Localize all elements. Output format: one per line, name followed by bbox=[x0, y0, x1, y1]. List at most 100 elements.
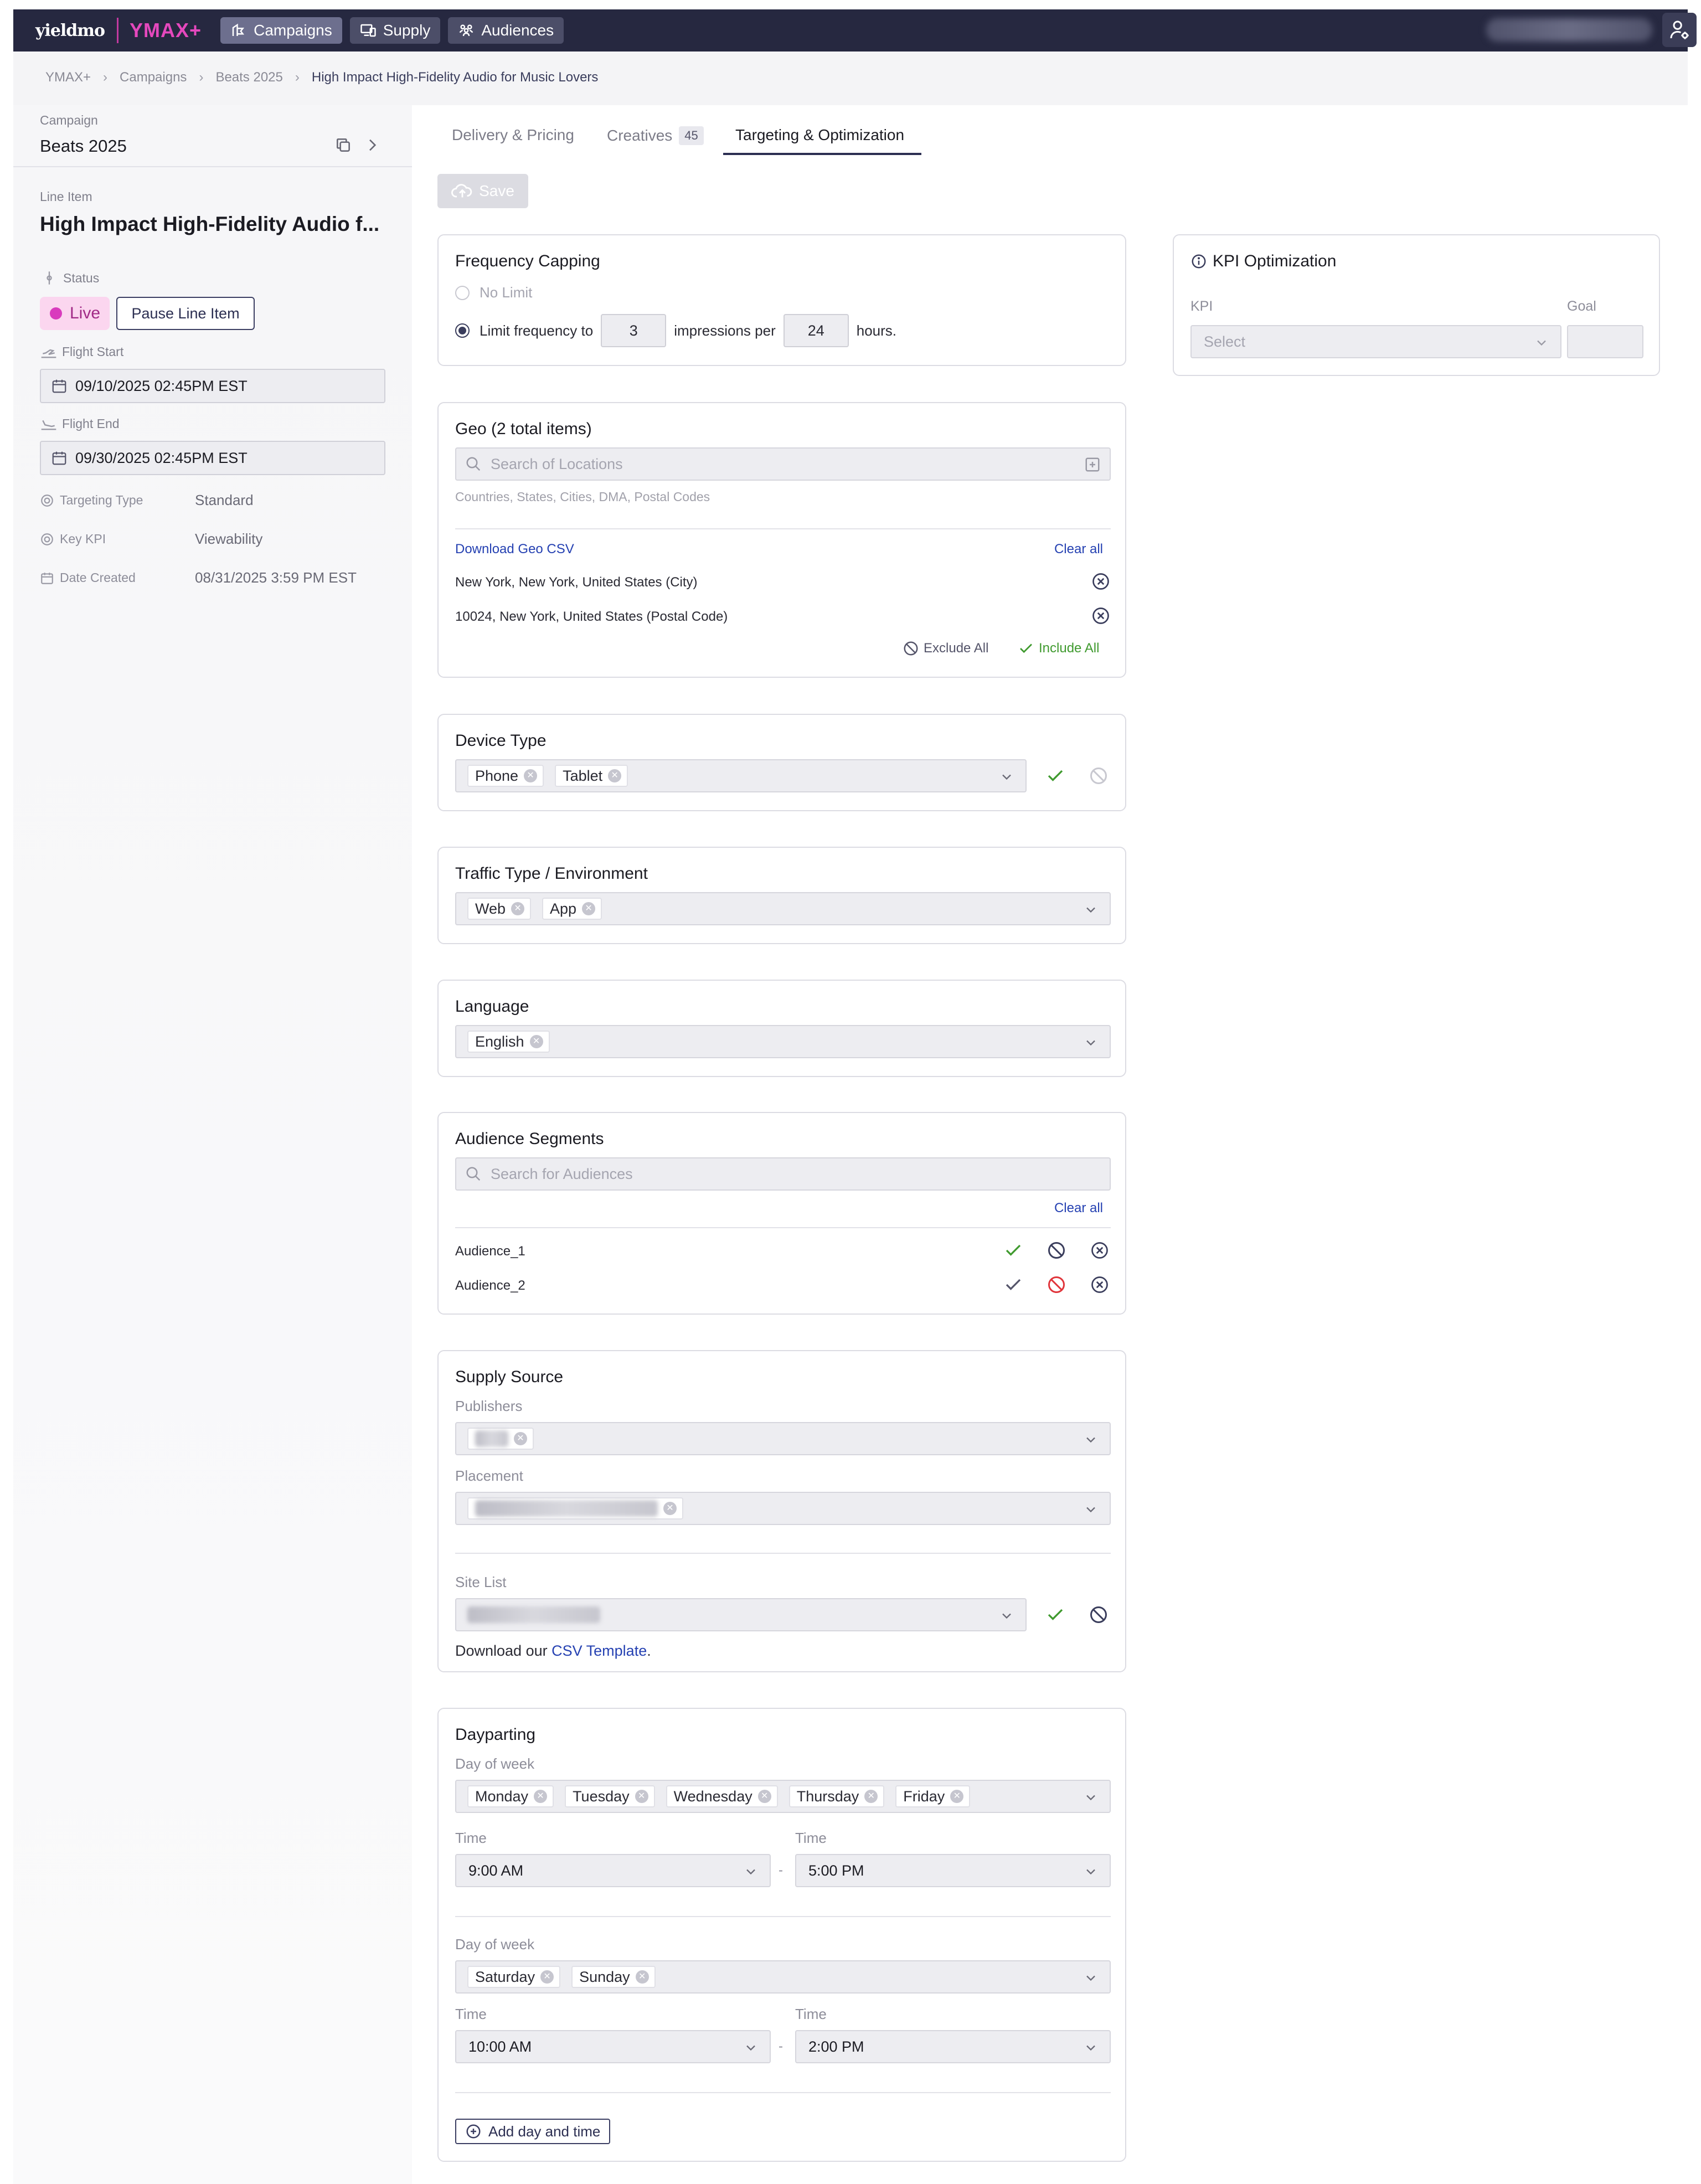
close-icon[interactable]: ✕ bbox=[663, 1502, 677, 1515]
placement-select[interactable]: ✕ bbox=[455, 1492, 1111, 1525]
start-time-select[interactable]: 10:00 AM bbox=[455, 2030, 771, 2063]
chevron-down-icon[interactable] bbox=[1083, 1970, 1099, 1986]
remove-circle-icon[interactable] bbox=[1091, 606, 1111, 626]
block-icon[interactable] bbox=[1047, 1240, 1066, 1260]
nav-audiences[interactable]: Audiences bbox=[448, 17, 564, 44]
add-box-icon[interactable] bbox=[1084, 456, 1101, 473]
status-value: Live bbox=[70, 304, 101, 322]
exclude-all-button[interactable]: Exclude All bbox=[903, 640, 988, 657]
traffic-type-select[interactable]: Web ✕ App ✕ bbox=[455, 892, 1111, 925]
kpi-optimization-card: KPI Optimization KPI Goal Select bbox=[1173, 234, 1660, 376]
device-type-select[interactable]: Phone ✕ Tablet ✕ bbox=[455, 759, 1027, 792]
check-icon[interactable] bbox=[1045, 1605, 1065, 1625]
publishers-select[interactable]: ✕ bbox=[455, 1422, 1111, 1455]
nav-campaigns[interactable]: Campaigns bbox=[220, 17, 342, 44]
nav-supply[interactable]: Supply bbox=[349, 17, 441, 44]
account-name-blurred[interactable] bbox=[1486, 18, 1652, 42]
start-time-label: Time bbox=[455, 1830, 487, 1846]
close-icon[interactable]: ✕ bbox=[540, 1970, 554, 1984]
copy-icon[interactable] bbox=[334, 136, 352, 154]
language-title: Language bbox=[455, 997, 529, 1016]
tab-creatives[interactable]: Creatives 45 bbox=[607, 126, 704, 145]
language-select[interactable]: English ✕ bbox=[455, 1025, 1111, 1058]
no-limit-radio[interactable] bbox=[455, 285, 470, 300]
close-icon[interactable]: ✕ bbox=[864, 1790, 878, 1803]
location-search-input[interactable]: Search of Locations bbox=[455, 447, 1111, 481]
close-icon[interactable]: ✕ bbox=[529, 1035, 543, 1048]
chevron-down-icon[interactable] bbox=[1083, 1035, 1099, 1050]
block-icon[interactable] bbox=[1089, 766, 1109, 786]
check-icon[interactable] bbox=[1003, 1240, 1023, 1260]
exclude-all-label: Exclude All bbox=[924, 641, 989, 656]
limit-frequency-radio[interactable] bbox=[455, 323, 470, 338]
add-day-time-button[interactable]: Add day and time bbox=[455, 2119, 611, 2144]
download-geo-csv-link[interactable]: Download Geo CSV bbox=[455, 542, 574, 557]
close-icon[interactable]: ✕ bbox=[608, 769, 622, 782]
remove-circle-icon[interactable] bbox=[1091, 571, 1111, 591]
chevron-down-icon[interactable] bbox=[1083, 902, 1099, 918]
chevron-down-icon[interactable] bbox=[1083, 1790, 1099, 1805]
close-icon[interactable]: ✕ bbox=[534, 1790, 548, 1803]
site-list-select[interactable] bbox=[455, 1598, 1027, 1631]
chevron-down-icon[interactable] bbox=[743, 1864, 759, 1879]
include-all-button[interactable]: Include All bbox=[1018, 640, 1099, 657]
block-icon[interactable] bbox=[1047, 1275, 1066, 1295]
csv-template-text: Download our CSV Template. bbox=[455, 1642, 651, 1660]
no-limit-option[interactable]: No Limit bbox=[455, 284, 532, 301]
flight-end-field[interactable]: 09/30/2025 02:45PM EST bbox=[40, 441, 385, 475]
chevron-down-icon[interactable] bbox=[999, 769, 1014, 785]
remove-circle-icon[interactable] bbox=[1090, 1275, 1110, 1295]
save-button[interactable]: Save bbox=[437, 174, 528, 208]
product-logo[interactable]: YMAX+ bbox=[130, 19, 202, 42]
close-icon[interactable]: ✕ bbox=[635, 1970, 649, 1984]
audience-search-input[interactable]: Search for Audiences bbox=[455, 1157, 1111, 1191]
goal-input[interactable] bbox=[1567, 325, 1643, 358]
chevron-down-icon[interactable] bbox=[1083, 2040, 1099, 2056]
check-icon[interactable] bbox=[1003, 1275, 1023, 1295]
close-icon[interactable]: ✕ bbox=[514, 1432, 527, 1445]
chevron-down-icon[interactable] bbox=[1083, 1502, 1099, 1517]
tab-delivery-pricing[interactable]: Delivery & Pricing bbox=[452, 126, 574, 144]
close-icon[interactable]: ✕ bbox=[757, 1790, 771, 1803]
chevron-down-icon[interactable] bbox=[1534, 335, 1549, 351]
user-settings-button[interactable] bbox=[1662, 13, 1697, 47]
close-icon[interactable]: ✕ bbox=[950, 1790, 964, 1803]
check-icon[interactable] bbox=[1045, 766, 1065, 786]
kpi-select[interactable]: Select bbox=[1190, 325, 1561, 358]
chevron-down-icon[interactable] bbox=[999, 1608, 1014, 1624]
days-select-weekend[interactable]: Saturday ✕ Sunday ✕ bbox=[455, 1960, 1111, 1994]
time-separator: - bbox=[779, 2039, 783, 2054]
status-label-row: Status bbox=[43, 270, 99, 286]
audience-clear-all-link[interactable]: Clear all bbox=[1054, 1201, 1103, 1216]
creatives-count-badge: 45 bbox=[679, 126, 704, 145]
remove-circle-icon[interactable] bbox=[1090, 1240, 1110, 1260]
brand-logo[interactable]: yieldmo bbox=[35, 21, 105, 40]
end-time-select[interactable]: 5:00 PM bbox=[795, 1854, 1111, 1887]
end-time-select[interactable]: 2:00 PM bbox=[795, 2030, 1111, 2063]
flight-start-field[interactable]: 09/10/2025 02:45PM EST bbox=[40, 369, 385, 403]
close-icon[interactable]: ✕ bbox=[635, 1790, 648, 1803]
hours-input[interactable]: 24 bbox=[783, 314, 849, 347]
close-icon[interactable]: ✕ bbox=[582, 902, 596, 915]
csv-template-link[interactable]: CSV Template bbox=[551, 1642, 647, 1659]
close-icon[interactable]: ✕ bbox=[511, 902, 525, 915]
days-select-weekday[interactable]: Monday ✕ Tuesday ✕ Wednesday ✕ Thursday ✕ Fr… bbox=[455, 1780, 1111, 1813]
breadcrumb-campaign[interactable]: Beats 2025 bbox=[215, 70, 282, 85]
save-label: Save bbox=[479, 182, 514, 199]
block-icon[interactable] bbox=[1089, 1605, 1109, 1625]
start-time-select[interactable]: 9:00 AM bbox=[455, 1854, 771, 1887]
impressions-input[interactable]: 3 bbox=[601, 314, 667, 347]
chevron-down-icon[interactable] bbox=[743, 2040, 759, 2056]
breadcrumb-ymax[interactable]: YMAX+ bbox=[45, 70, 91, 85]
chevron-down-icon[interactable] bbox=[1083, 1864, 1099, 1879]
close-icon[interactable]: ✕ bbox=[524, 769, 538, 782]
geo-clear-all-link[interactable]: Clear all bbox=[1054, 542, 1103, 557]
chevron-right-icon[interactable] bbox=[363, 136, 381, 154]
breadcrumb-campaigns[interactable]: Campaigns bbox=[120, 70, 187, 85]
info-icon[interactable] bbox=[1190, 253, 1207, 270]
chevron-down-icon[interactable] bbox=[1083, 1432, 1099, 1448]
landing-icon bbox=[41, 420, 56, 430]
limit-frequency-option[interactable]: Limit frequency to 3 impressions per 24 … bbox=[455, 314, 896, 347]
tab-targeting-optimization[interactable]: Targeting & Optimization bbox=[735, 126, 904, 144]
pause-line-item-button[interactable]: Pause Line Item bbox=[116, 297, 255, 330]
